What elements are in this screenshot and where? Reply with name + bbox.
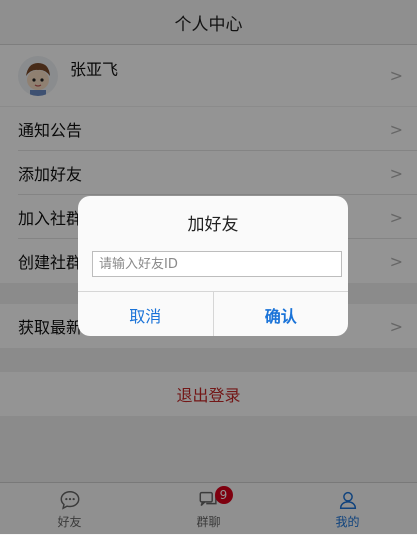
confirm-label: 确认: [264, 306, 297, 326]
add-friend-dialog: 加好友 取消 确认: [78, 196, 348, 336]
dialog-title: 加好友: [187, 215, 239, 235]
confirm-button[interactable]: 确认: [212, 292, 349, 336]
friend-id-input[interactable]: [92, 251, 342, 277]
cancel-label: 取消: [129, 306, 162, 326]
cancel-button[interactable]: 取消: [78, 292, 213, 336]
dialog-button-row: 取消 确认: [78, 291, 348, 336]
